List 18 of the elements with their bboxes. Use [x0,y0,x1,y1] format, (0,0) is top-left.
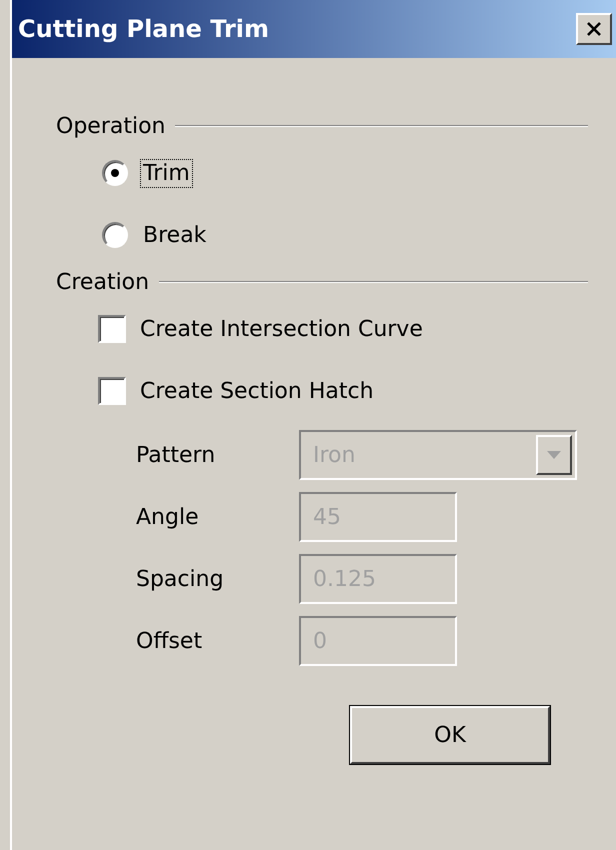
field-label: Angle [136,504,200,530]
ok-button[interactable]: OK [350,706,550,764]
checkbox[interactable] [98,315,126,343]
group-label: Creation [56,270,150,294]
radio-button[interactable] [102,160,128,186]
checkbox[interactable] [98,377,126,405]
close-button[interactable] [576,13,612,45]
radio-label[interactable]: Trim [140,158,193,188]
radio-button[interactable] [102,222,128,248]
close-icon [586,21,602,37]
field-label: Pattern [136,442,216,468]
field-label: Offset [136,628,204,654]
checkbox-label[interactable]: Create Section Hatch [140,378,374,404]
checkbox-label[interactable]: Create Intersection Curve [140,316,423,342]
field-label: Spacing [136,566,225,592]
window-title: Cutting Plane Trim [18,15,270,43]
radio-label[interactable]: Break [140,220,210,250]
group-label: Operation [56,114,166,138]
